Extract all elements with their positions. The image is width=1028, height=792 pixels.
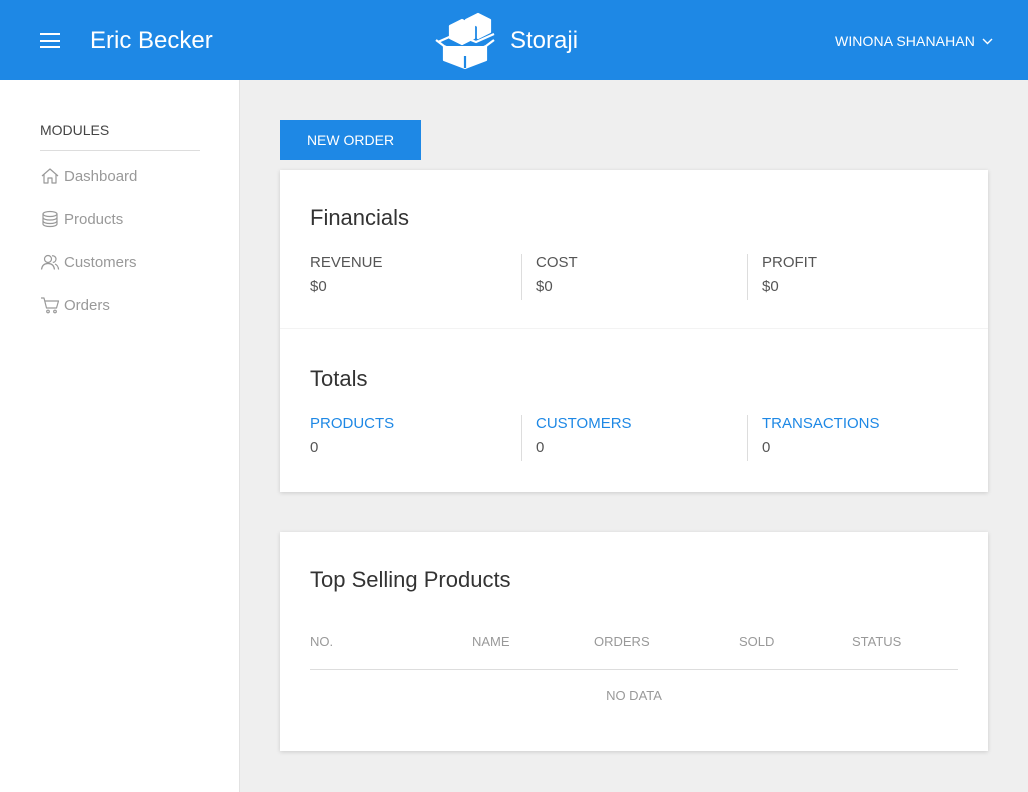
column-header-no[interactable]: NO. — [310, 634, 333, 650]
store-name: Eric Becker — [90, 27, 213, 54]
revenue-stat: REVENUE $0 — [310, 254, 510, 300]
home-icon — [41, 168, 59, 184]
table-header: NO. NAME ORDERS SOLD STATUS — [310, 634, 958, 670]
sidebar-item-label: Orders — [64, 296, 110, 314]
boxes-logo-icon — [435, 12, 495, 70]
sidebar-item-label: Customers — [64, 253, 137, 271]
financials-title: Financials — [310, 205, 410, 230]
top-bar: Eric Becker Storaji WINONA SHANAHAN — [0, 0, 1028, 80]
database-icon — [42, 210, 58, 228]
stat-value: $0 — [536, 278, 553, 295]
profit-stat: PROFIT $0 — [747, 254, 947, 300]
user-name: WINONA SHANAHAN — [835, 33, 975, 49]
stat-value: 0 — [310, 439, 319, 456]
stat-value: $0 — [310, 278, 327, 295]
sidebar-item-label: Dashboard — [64, 167, 138, 185]
stat-label: COST — [536, 254, 578, 271]
cost-stat: COST $0 — [521, 254, 721, 300]
column-header-sold[interactable]: SOLD — [739, 634, 774, 650]
sidebar-item-dashboard[interactable]: Dashboard — [40, 165, 137, 187]
transactions-total-stat: TRANSACTIONS 0 — [747, 415, 947, 461]
customers-total-stat: CUSTOMERS 0 — [521, 415, 721, 461]
brand-name: Storaji — [510, 27, 579, 54]
chevron-down-icon — [982, 38, 993, 44]
sidebar-item-customers[interactable]: Customers — [40, 251, 137, 273]
customers-link[interactable]: CUSTOMERS — [536, 415, 632, 433]
user-menu[interactable]: WINONA SHANAHAN — [835, 32, 993, 50]
users-icon — [40, 254, 60, 270]
sidebar-item-label: Products — [64, 210, 124, 228]
column-header-status[interactable]: STATUS — [852, 634, 901, 650]
stat-label: PROFIT — [762, 254, 817, 271]
products-link[interactable]: PRODUCTS — [310, 415, 394, 433]
stat-label: REVENUE — [310, 254, 383, 271]
cart-icon — [41, 297, 60, 314]
new-order-button[interactable]: NEW ORDER — [280, 120, 421, 160]
stat-value: 0 — [762, 439, 771, 456]
brand[interactable]: Storaji — [434, 12, 578, 70]
stat-value: 0 — [536, 439, 545, 456]
hamburger-menu-icon[interactable] — [40, 33, 60, 48]
sidebar-item-products[interactable]: Products — [40, 208, 123, 230]
sidebar: MODULES Dashboard Products Customers Ord… — [0, 80, 240, 792]
sidebar-title: MODULES — [40, 122, 200, 151]
section-divider — [280, 328, 988, 329]
transactions-link[interactable]: TRANSACTIONS — [762, 415, 880, 433]
products-total-stat: PRODUCTS 0 — [310, 415, 510, 461]
stats-card: Financials REVENUE $0 COST $0 PROFIT $0 … — [280, 170, 988, 492]
stat-value: $0 — [762, 278, 779, 295]
column-header-orders[interactable]: ORDERS — [594, 634, 650, 650]
top-selling-title: Top Selling Products — [310, 567, 511, 592]
empty-state-text: NO DATA — [606, 688, 662, 703]
top-selling-card: Top Selling Products NO. NAME ORDERS SOL… — [280, 532, 988, 751]
sidebar-item-orders[interactable]: Orders — [40, 294, 110, 316]
totals-title: Totals — [310, 366, 368, 391]
column-header-name[interactable]: NAME — [472, 634, 510, 650]
